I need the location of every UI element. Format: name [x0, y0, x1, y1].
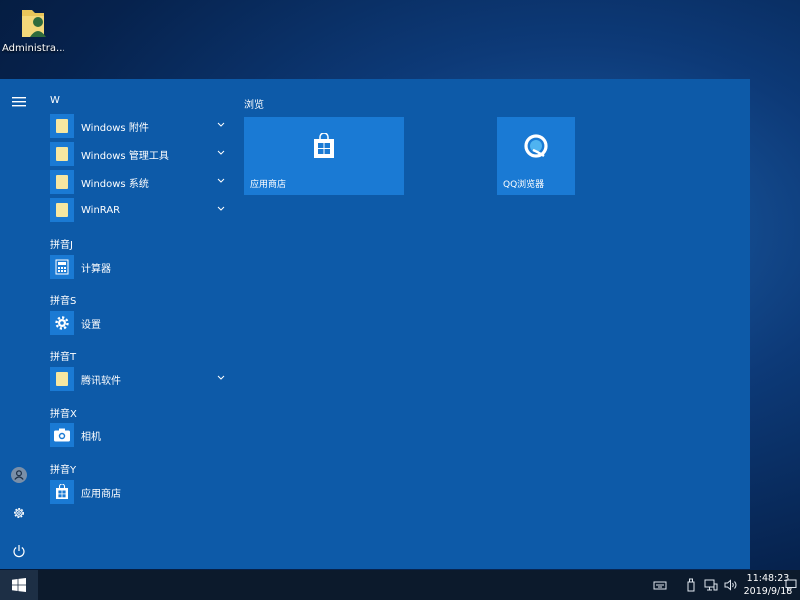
app-item-app-store[interactable]: 应用商店 — [50, 480, 230, 504]
app-list: W Windows 附件 Windows 管理工具 Windows 系统 Win… — [38, 79, 238, 569]
store-icon — [50, 480, 74, 504]
folder-icon — [50, 142, 74, 166]
notification-icon[interactable] — [782, 570, 800, 600]
app-item-windows-admin-tools[interactable]: Windows 管理工具 — [50, 142, 230, 166]
calculator-icon — [50, 255, 74, 279]
group-header-y[interactable]: 拼音Y — [50, 461, 76, 476]
tile-label: QQ浏览器 — [503, 180, 545, 190]
app-label: 相机 — [81, 431, 101, 443]
power-icon[interactable] — [9, 541, 29, 561]
user-account-icon[interactable] — [9, 465, 29, 485]
tile-label: 应用商店 — [250, 180, 287, 190]
volume-icon[interactable] — [722, 570, 740, 600]
windows-logo-icon — [12, 578, 26, 592]
user-folder-icon — [18, 6, 48, 40]
camera-icon — [50, 423, 74, 447]
folder-icon — [50, 114, 74, 138]
settings-gear-icon[interactable] — [9, 503, 29, 523]
app-item-windows-accessories[interactable]: Windows 附件 — [50, 114, 230, 138]
app-label: Windows 管理工具 — [81, 150, 169, 162]
app-label: Windows 系统 — [81, 178, 149, 190]
qq-browser-icon — [523, 133, 549, 163]
app-label: 计算器 — [81, 263, 111, 275]
group-header-x[interactable]: 拼音X — [50, 405, 77, 420]
chevron-down-icon — [217, 375, 225, 380]
start-button[interactable] — [0, 570, 38, 600]
app-label: 设置 — [81, 319, 101, 331]
app-label: 应用商店 — [81, 488, 121, 500]
usb-icon[interactable] — [684, 570, 698, 600]
group-header-s[interactable]: 拼音S — [50, 292, 76, 307]
app-item-tencent-software[interactable]: 腾讯软件 — [50, 367, 230, 391]
group-header-j[interactable]: 拼音J — [50, 236, 73, 251]
app-item-windows-system[interactable]: Windows 系统 — [50, 170, 230, 194]
chevron-down-icon — [217, 150, 225, 155]
tiles-group-header[interactable]: 浏览 — [244, 96, 264, 111]
desktop-icon-administrator[interactable]: Administra... — [2, 6, 64, 54]
app-item-winrar[interactable]: WinRAR — [50, 198, 230, 222]
start-menu: W Windows 附件 Windows 管理工具 Windows 系统 Win… — [0, 79, 750, 569]
network-icon[interactable] — [702, 570, 720, 600]
app-label: 腾讯软件 — [81, 375, 121, 387]
group-header-t[interactable]: 拼音T — [50, 348, 76, 363]
app-item-calculator[interactable]: 计算器 — [50, 255, 230, 279]
gear-icon — [50, 311, 74, 335]
start-rail — [0, 79, 38, 569]
tile-app-store[interactable]: 应用商店 — [244, 117, 404, 195]
desktop-icon-label: Administra... — [2, 43, 64, 54]
store-icon — [313, 132, 335, 163]
group-header-w[interactable]: W — [50, 95, 60, 106]
app-item-camera[interactable]: 相机 — [50, 423, 230, 447]
app-item-settings[interactable]: 设置 — [50, 311, 230, 335]
chevron-down-icon — [217, 122, 225, 127]
app-label: WinRAR — [81, 204, 121, 216]
folder-icon — [50, 170, 74, 194]
chevron-down-icon — [217, 206, 225, 211]
folder-icon — [50, 198, 74, 222]
tile-qq-browser[interactable]: QQ浏览器 — [497, 117, 575, 195]
keyboard-icon[interactable] — [651, 570, 669, 600]
taskbar: 11:48:23 2019/9/18 — [0, 570, 800, 600]
folder-icon — [50, 367, 74, 391]
hamburger-menu-icon[interactable] — [9, 92, 29, 112]
chevron-down-icon — [217, 178, 225, 183]
app-label: Windows 附件 — [81, 122, 149, 134]
